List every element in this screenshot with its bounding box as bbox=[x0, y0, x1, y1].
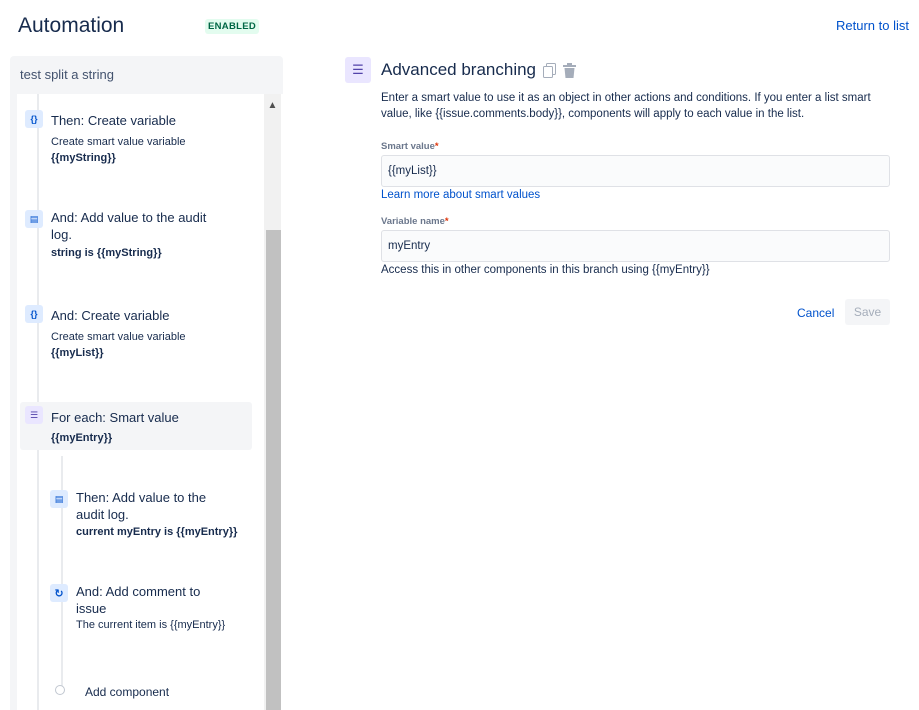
component-detail: current myEntry is {{myEntry}} bbox=[76, 526, 238, 538]
smart-value-label-text: Smart value bbox=[381, 141, 435, 152]
learn-more-smart-values-link[interactable]: Learn more about smart values bbox=[381, 189, 540, 201]
add-component-dot-icon bbox=[55, 685, 65, 695]
return-to-list-link[interactable]: Return to list bbox=[836, 18, 909, 33]
cancel-button[interactable]: Cancel bbox=[790, 300, 841, 325]
component-title: For each: Smart value bbox=[51, 410, 179, 425]
component-title-line2: audit log. bbox=[76, 507, 129, 522]
component-detail: {{myEntry}} bbox=[51, 432, 113, 444]
component-add-comment[interactable]: ↻ And: Add comment to issue The current … bbox=[41, 580, 261, 650]
component-title-line2: log. bbox=[51, 227, 72, 242]
component-audit-log-string[interactable]: ▤ And: Add value to the audit log. strin… bbox=[17, 198, 257, 268]
component-title-line2: issue bbox=[76, 601, 107, 616]
variable-name-helper-text: Access this in other components in this … bbox=[381, 264, 710, 276]
component-title-line1: And: Add value to the audit bbox=[51, 210, 207, 225]
component-create-variable-mystring[interactable]: {} Then: Create variable Create smart va… bbox=[17, 94, 257, 174]
component-description: Enter a smart value to use it as an obje… bbox=[381, 92, 871, 120]
branch-list-icon: ☰ bbox=[25, 406, 43, 424]
component-title-line1: Then: Add value to the bbox=[76, 490, 207, 505]
component-create-variable-mylist[interactable]: {} And: Create variable Create smart val… bbox=[17, 294, 257, 364]
component-for-each-smart-value[interactable]: ☰ For each: Smart value {{myEntry}} bbox=[20, 402, 252, 450]
variable-name-label-text: Variable name bbox=[381, 216, 445, 227]
component-title: And: Create variable bbox=[51, 308, 170, 323]
rule-component-list: {} Then: Create variable Create smart va… bbox=[17, 94, 283, 710]
component-subtitle: Create smart value variable bbox=[51, 136, 186, 148]
variable-icon: {} bbox=[25, 305, 43, 323]
component-title-line1: And: Add comment to bbox=[76, 584, 201, 599]
component-detail: {{myString}} bbox=[51, 152, 116, 164]
scrollbar-thumb[interactable] bbox=[266, 230, 281, 710]
branch-list-icon: ☰ bbox=[345, 57, 371, 83]
component-detail: {{myList}} bbox=[51, 347, 104, 359]
rule-panel: test split a string {} Then: Create vari… bbox=[10, 56, 283, 710]
scroll-up-arrow-icon[interactable]: ▲ bbox=[264, 96, 281, 114]
component-detail: string is {{myString}} bbox=[51, 247, 162, 259]
rule-name[interactable]: test split a string bbox=[20, 67, 114, 82]
component-subtitle: The current item is {{myEntry}} bbox=[76, 619, 226, 631]
save-button[interactable]: Save bbox=[845, 299, 890, 325]
component-editor-title: Advanced branching bbox=[381, 60, 537, 79]
audit-log-icon: ▤ bbox=[50, 490, 68, 508]
smart-value-input[interactable]: {{myList}} bbox=[381, 155, 890, 187]
status-badge: ENABLED bbox=[205, 19, 260, 34]
variable-name-label: Variable name* bbox=[381, 216, 449, 227]
comment-icon: ↻ bbox=[50, 584, 68, 602]
scrollbar[interactable]: ▲ bbox=[264, 94, 281, 710]
smart-value-label: Smart value* bbox=[381, 141, 439, 152]
copy-icon[interactable] bbox=[542, 62, 556, 78]
component-audit-log-myentry[interactable]: ▤ Then: Add value to the audit log. curr… bbox=[41, 486, 261, 556]
trash-icon[interactable] bbox=[562, 62, 576, 78]
variable-icon: {} bbox=[25, 110, 43, 128]
audit-log-icon: ▤ bbox=[25, 210, 43, 228]
component-title: Then: Create variable bbox=[51, 113, 177, 128]
add-component-button[interactable]: Add component bbox=[41, 680, 241, 702]
variable-name-input[interactable]: myEntry bbox=[381, 230, 890, 262]
page-title: Automation bbox=[18, 14, 125, 37]
required-mark: * bbox=[444, 216, 449, 227]
add-component-label: Add component bbox=[85, 685, 170, 699]
component-subtitle: Create smart value variable bbox=[51, 331, 186, 343]
required-mark: * bbox=[434, 141, 439, 152]
